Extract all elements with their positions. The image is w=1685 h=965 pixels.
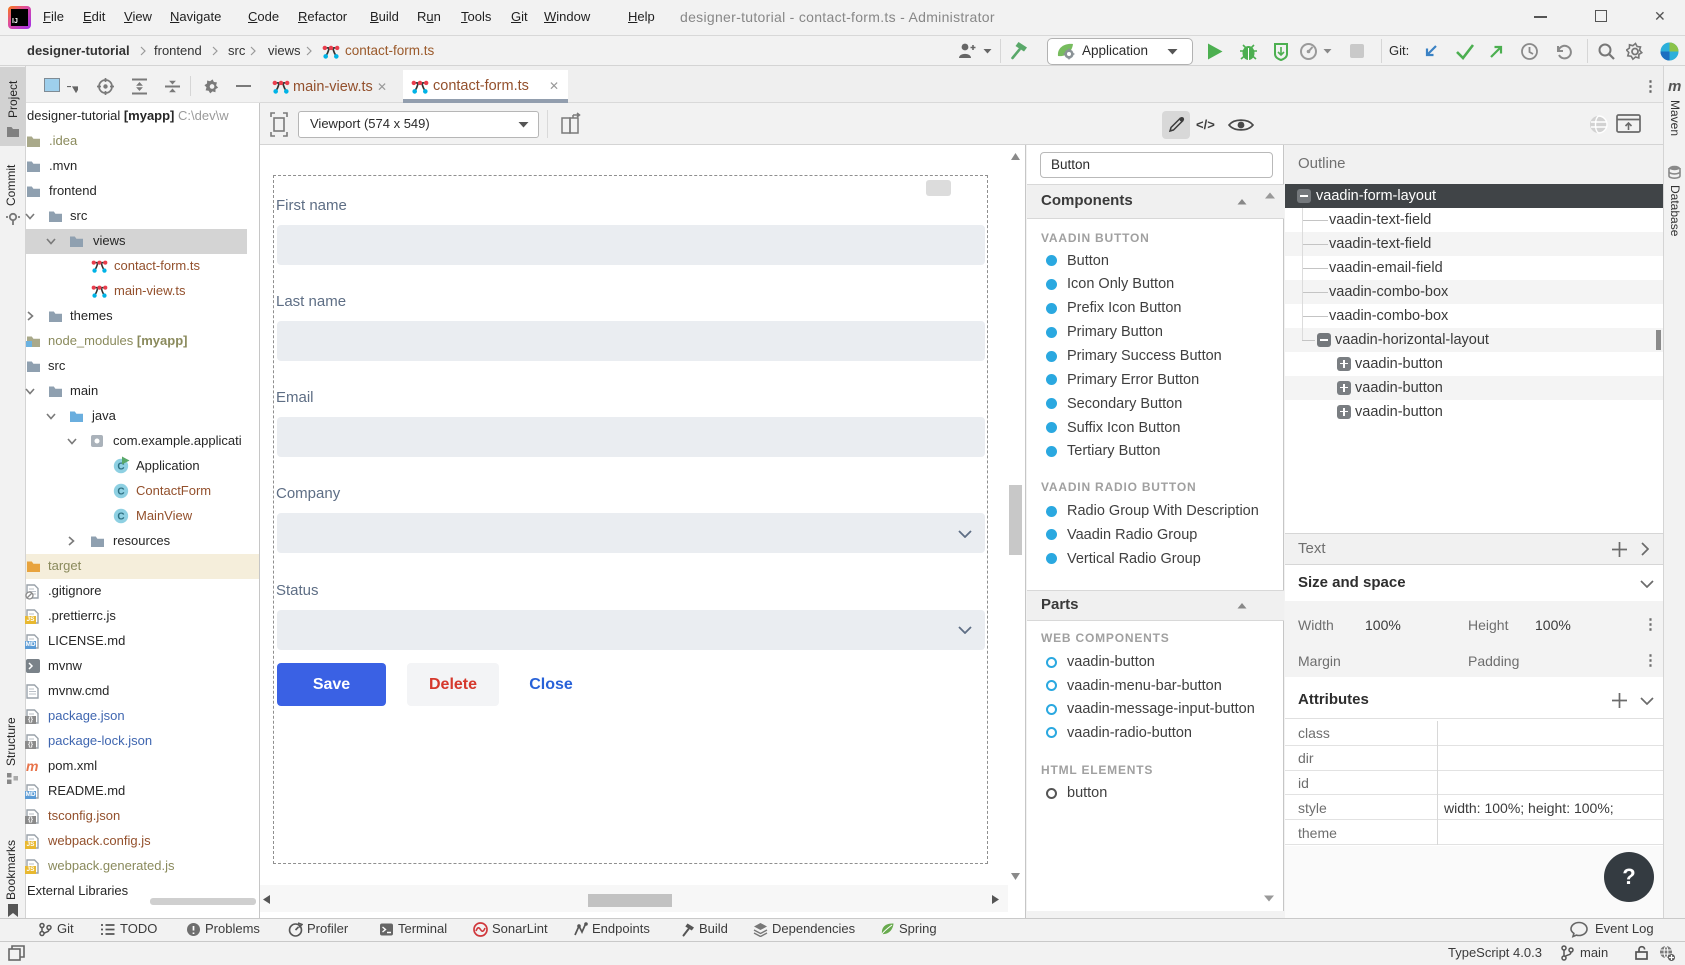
svg-text:C: C xyxy=(117,512,124,523)
svg-text:C: C xyxy=(117,487,124,498)
